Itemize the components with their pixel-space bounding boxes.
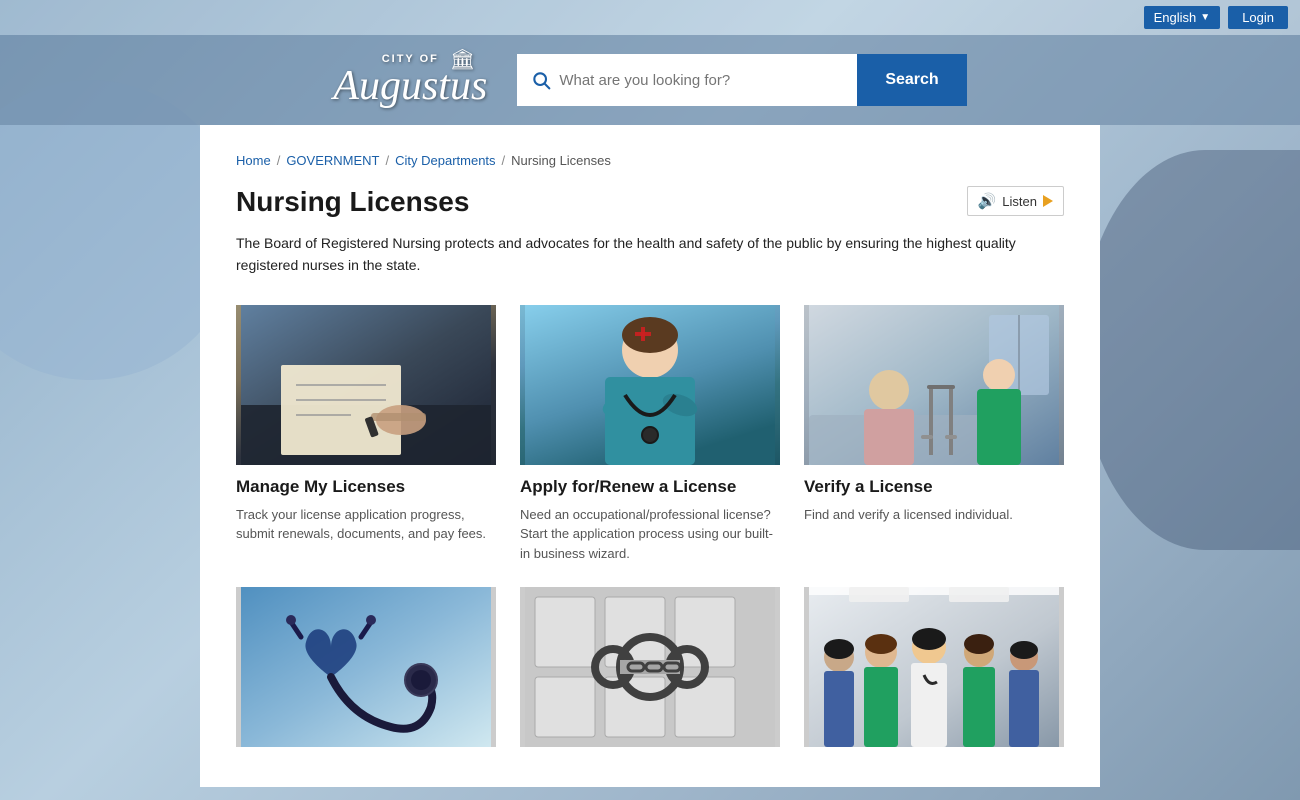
- breadcrumb-sep-2: /: [385, 153, 389, 168]
- top-bar: English ▼ Login: [0, 0, 1300, 35]
- card-verify-desc: Find and verify a licensed individual.: [804, 505, 1064, 525]
- search-icon: [531, 70, 551, 90]
- card-image-elderly: [804, 305, 1064, 465]
- content-wrapper: Home / GOVERNMENT / City Departments / N…: [0, 125, 1300, 787]
- language-label: English: [1154, 10, 1197, 25]
- card-manage-title: Manage My Licenses: [236, 477, 496, 497]
- language-button[interactable]: English ▼: [1144, 6, 1221, 29]
- card-apply-license[interactable]: Apply for/Renew a License Need an occupa…: [520, 305, 780, 564]
- play-icon: [1043, 195, 1053, 207]
- page-description: The Board of Registered Nursing protects…: [236, 232, 1064, 277]
- card-image-nurse: [520, 305, 780, 465]
- card-verify-title: Verify a License: [804, 477, 1064, 497]
- breadcrumb-home[interactable]: Home: [236, 153, 271, 168]
- card-verify-license[interactable]: Verify a License Find and verify a licen…: [804, 305, 1064, 564]
- search-input-wrap: [517, 54, 857, 106]
- logo-building-icon: 🏛: [450, 47, 475, 72]
- card-manage-desc: Track your license application progress,…: [236, 505, 496, 544]
- breadcrumb-current: Nursing Licenses: [511, 153, 611, 168]
- main-content: Home / GOVERNMENT / City Departments / N…: [200, 125, 1100, 787]
- listen-label: Listen: [1002, 194, 1037, 209]
- page-title-row: Nursing Licenses 🔊 Listen: [236, 186, 1064, 218]
- breadcrumb-sep-1: /: [277, 153, 281, 168]
- card-apply-desc: Need an occupational/professional licens…: [520, 505, 780, 564]
- chevron-down-icon: ▼: [1200, 12, 1210, 23]
- cards-grid: Manage My Licenses Track your license ap…: [236, 305, 1064, 748]
- card-stethoscope[interactable]: [236, 587, 496, 747]
- breadcrumb-government[interactable]: GOVERNMENT: [286, 153, 379, 168]
- card-image-group: [804, 587, 1064, 747]
- card-handcuffs[interactable]: [520, 587, 780, 747]
- search-area: Search: [517, 54, 966, 106]
- speaker-icon: 🔊: [978, 192, 997, 210]
- card-image-writing: [236, 305, 496, 465]
- search-input[interactable]: [559, 72, 843, 89]
- breadcrumb-sep-3: /: [502, 153, 506, 168]
- card-apply-title: Apply for/Renew a License: [520, 477, 780, 497]
- card-group[interactable]: [804, 587, 1064, 747]
- site-logo[interactable]: CITY OF 🏛 Augustus: [333, 53, 487, 107]
- page-title: Nursing Licenses: [236, 186, 469, 218]
- breadcrumb-city-departments[interactable]: City Departments: [395, 153, 495, 168]
- site-header: CITY OF 🏛 Augustus Search: [0, 35, 1300, 125]
- listen-button[interactable]: 🔊 Listen: [967, 186, 1064, 216]
- login-button[interactable]: Login: [1228, 6, 1288, 29]
- breadcrumb: Home / GOVERNMENT / City Departments / N…: [236, 153, 1064, 168]
- search-button[interactable]: Search: [857, 54, 966, 106]
- card-image-handcuffs: [520, 587, 780, 747]
- card-manage-licenses[interactable]: Manage My Licenses Track your license ap…: [236, 305, 496, 564]
- card-image-stethoscope: [236, 587, 496, 747]
